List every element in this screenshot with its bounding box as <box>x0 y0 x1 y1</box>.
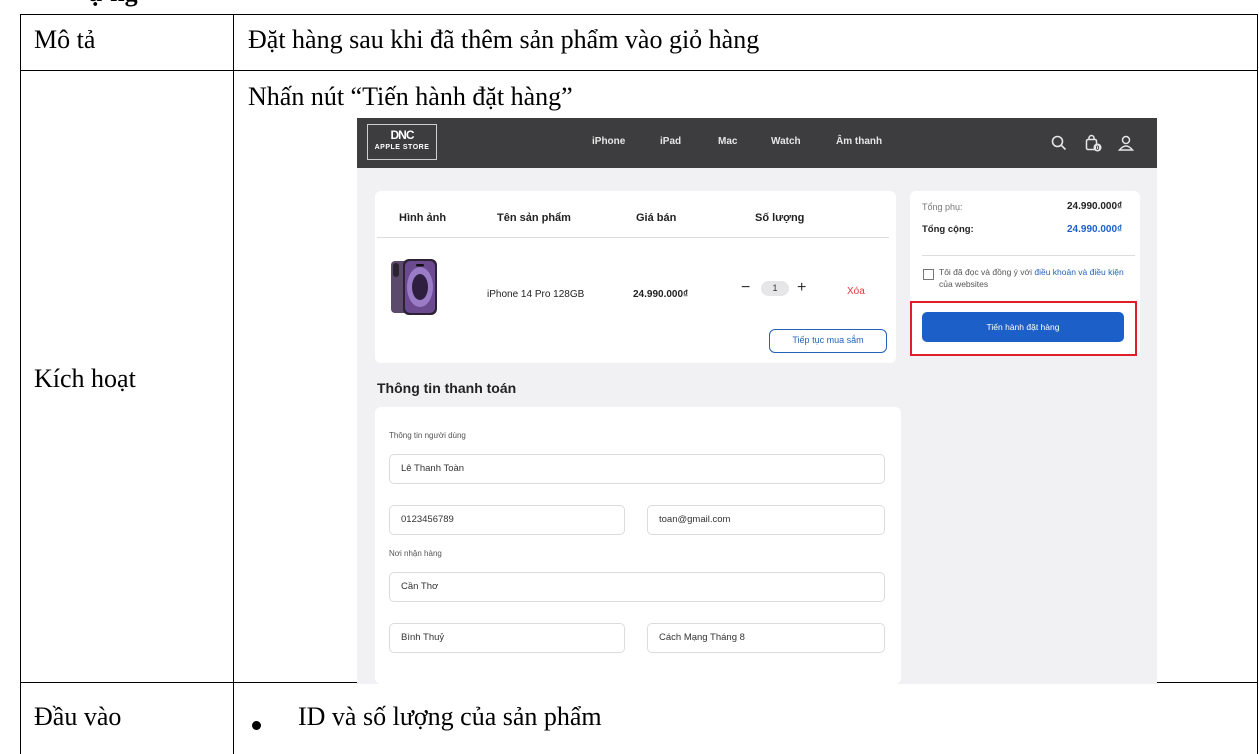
cart-badge-count: 0 <box>1096 145 1100 152</box>
bullet-icon <box>252 721 261 730</box>
user-info-label: Thông tin người dùng <box>389 431 466 440</box>
embedded-screenshot: DNC APPLE STORE iPhone iPad Mac Watch Âm… <box>357 118 1157 684</box>
terms-suffix: của websites <box>939 279 989 289</box>
row-content-input: ID và số lượng của sản phẩm <box>298 702 602 731</box>
nav-item-watch[interactable]: Watch <box>771 136 801 147</box>
shipping-address-label: Nơi nhận hàng <box>389 549 442 558</box>
cart-header-name: Tên sản phẩm <box>497 212 571 224</box>
row-content-description: Đặt hàng sau khi đã thêm sản phẩm vào gi… <box>248 25 760 54</box>
top-navbar: DNC APPLE STORE iPhone iPad Mac Watch Âm… <box>357 118 1157 168</box>
nav-item-ipad[interactable]: iPad <box>660 136 681 147</box>
remove-item-button[interactable]: Xóa <box>847 286 865 297</box>
product-name[interactable]: iPhone 14 Pro 128GB <box>487 289 584 300</box>
street-field[interactable]: Cách Mạng Tháng 8 <box>647 623 885 653</box>
row-label-description: Mô tả <box>34 25 96 54</box>
row-content-trigger: Nhấn nút “Tiến hành đặt hàng” <box>248 82 573 111</box>
total-label: Tổng cộng: <box>922 224 974 235</box>
cart-header-quantity: Số lượng <box>755 212 805 224</box>
terms-prefix: Tôi đã đọc và đồng ý với <box>939 267 1035 277</box>
quantity-input[interactable]: 1 <box>761 281 789 296</box>
district-field[interactable]: Bình Thuỷ <box>389 623 625 653</box>
row-label-input: Đầu vào <box>34 702 122 731</box>
table-border <box>20 14 1258 15</box>
phone-field[interactable]: 0123456789 <box>389 505 625 535</box>
product-thumbnail <box>391 259 437 315</box>
store-logo[interactable]: DNC APPLE STORE <box>367 124 437 160</box>
product-price: 24.990.000₫ <box>633 289 689 300</box>
terms-text: Tôi đã đọc và đồng ý với điều khoản và đ… <box>939 266 1139 290</box>
quantity-increase-button[interactable]: + <box>797 279 806 297</box>
total-value: 24.990.000₫ <box>1067 224 1123 235</box>
row-label-trigger: Kích hoạt <box>34 364 136 393</box>
nav-item-iphone[interactable]: iPhone <box>592 136 625 147</box>
row-divider <box>20 70 1258 71</box>
subtotal-label: Tổng phụ: <box>922 202 963 212</box>
subtotal-value: 24.990.000₫ <box>1067 201 1123 212</box>
logo-mark: DNC <box>390 128 415 142</box>
nav-item-mac[interactable]: Mac <box>718 136 737 147</box>
continue-shopping-button[interactable]: Tiếp tục mua sắm <box>769 329 887 353</box>
terms-checkbox[interactable] <box>923 269 934 280</box>
city-field[interactable]: Cần Thơ <box>389 572 885 602</box>
logo-text: APPLE STORE <box>374 144 430 151</box>
bag-icon[interactable]: 0 <box>1084 134 1102 152</box>
section-heading: ự ng <box>88 0 138 8</box>
full-name-field[interactable]: Lê Thanh Toàn <box>389 454 885 484</box>
email-field[interactable]: toan@gmail.com <box>647 505 885 535</box>
cart-header-image: Hình ảnh <box>399 212 447 224</box>
payment-section-title: Thông tin thanh toán <box>377 380 517 396</box>
nav-item-audio[interactable]: Âm thanh <box>836 136 882 147</box>
summary-divider <box>922 255 1135 256</box>
highlight-box <box>910 301 1137 356</box>
search-icon[interactable] <box>1050 134 1068 152</box>
user-icon[interactable] <box>1117 134 1135 152</box>
cart-header-price: Giá bán <box>636 212 677 224</box>
quantity-decrease-button[interactable]: − <box>741 279 750 297</box>
table-border <box>20 14 21 754</box>
terms-link[interactable]: điều khoản và điều kiện <box>1034 267 1123 277</box>
column-divider <box>233 14 234 754</box>
table-border <box>1257 14 1258 754</box>
cart-row-divider <box>377 237 889 238</box>
